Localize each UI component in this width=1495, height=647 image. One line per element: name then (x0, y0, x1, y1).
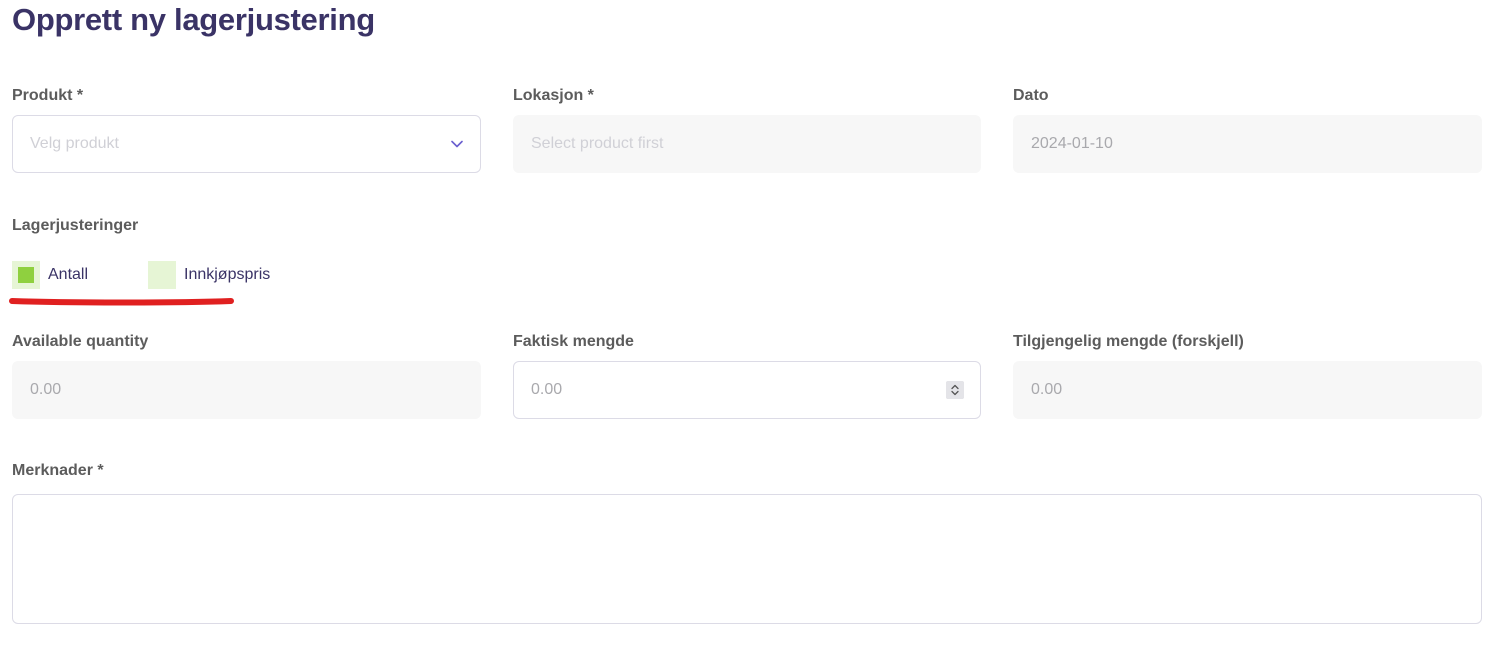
location-label: Lokasjon * (513, 87, 594, 104)
adjustment-option-purchase-price[interactable]: Innkjøpspris (148, 261, 270, 289)
adjustments-label: Lagerjusteringer (12, 217, 139, 234)
difference-field: 0.00 (1013, 361, 1482, 419)
location-select[interactable]: Select product first (513, 115, 981, 173)
date-field[interactable]: 2024-01-10 (1013, 115, 1482, 173)
actual-quantity-label: Faktisk mengde (513, 333, 634, 350)
adjustment-option-quantity[interactable]: Antall (12, 261, 88, 289)
page: Opprett ny lagerjustering Produkt * Velg… (0, 0, 1495, 647)
product-placeholder: Velg produkt (30, 135, 119, 152)
checkbox-purchase-price-label: Innkjøpspris (184, 266, 271, 283)
actual-quantity-placeholder: 0.00 (531, 381, 563, 398)
difference-value: 0.00 (1031, 381, 1063, 398)
notes-label: Merknader * (12, 462, 104, 479)
product-label: Produkt * (12, 87, 84, 104)
available-quantity-field: 0.00 (12, 361, 481, 419)
checkbox-quantity[interactable] (12, 261, 40, 289)
notes-textarea[interactable] (12, 494, 1482, 624)
difference-label: Tilgjengelig mengde (forskjell) (1013, 333, 1244, 350)
date-value: 2024-01-10 (1031, 135, 1113, 152)
available-quantity-label: Available quantity (12, 333, 149, 350)
date-label: Dato (1013, 87, 1049, 104)
annotation-underline (9, 298, 234, 306)
checkbox-purchase-price[interactable] (148, 261, 176, 289)
checkbox-checked-mark (18, 267, 34, 283)
location-placeholder: Select product first (531, 135, 664, 152)
available-quantity-value: 0.00 (30, 381, 62, 398)
checkbox-quantity-label: Antall (48, 266, 89, 283)
number-stepper-icon[interactable] (946, 381, 964, 399)
product-select[interactable]: Velg produkt (12, 115, 481, 173)
chevron-down-icon (451, 140, 463, 148)
actual-quantity-input[interactable]: 0.00 (513, 361, 981, 419)
page-title: Opprett ny lagerjustering (12, 2, 375, 37)
